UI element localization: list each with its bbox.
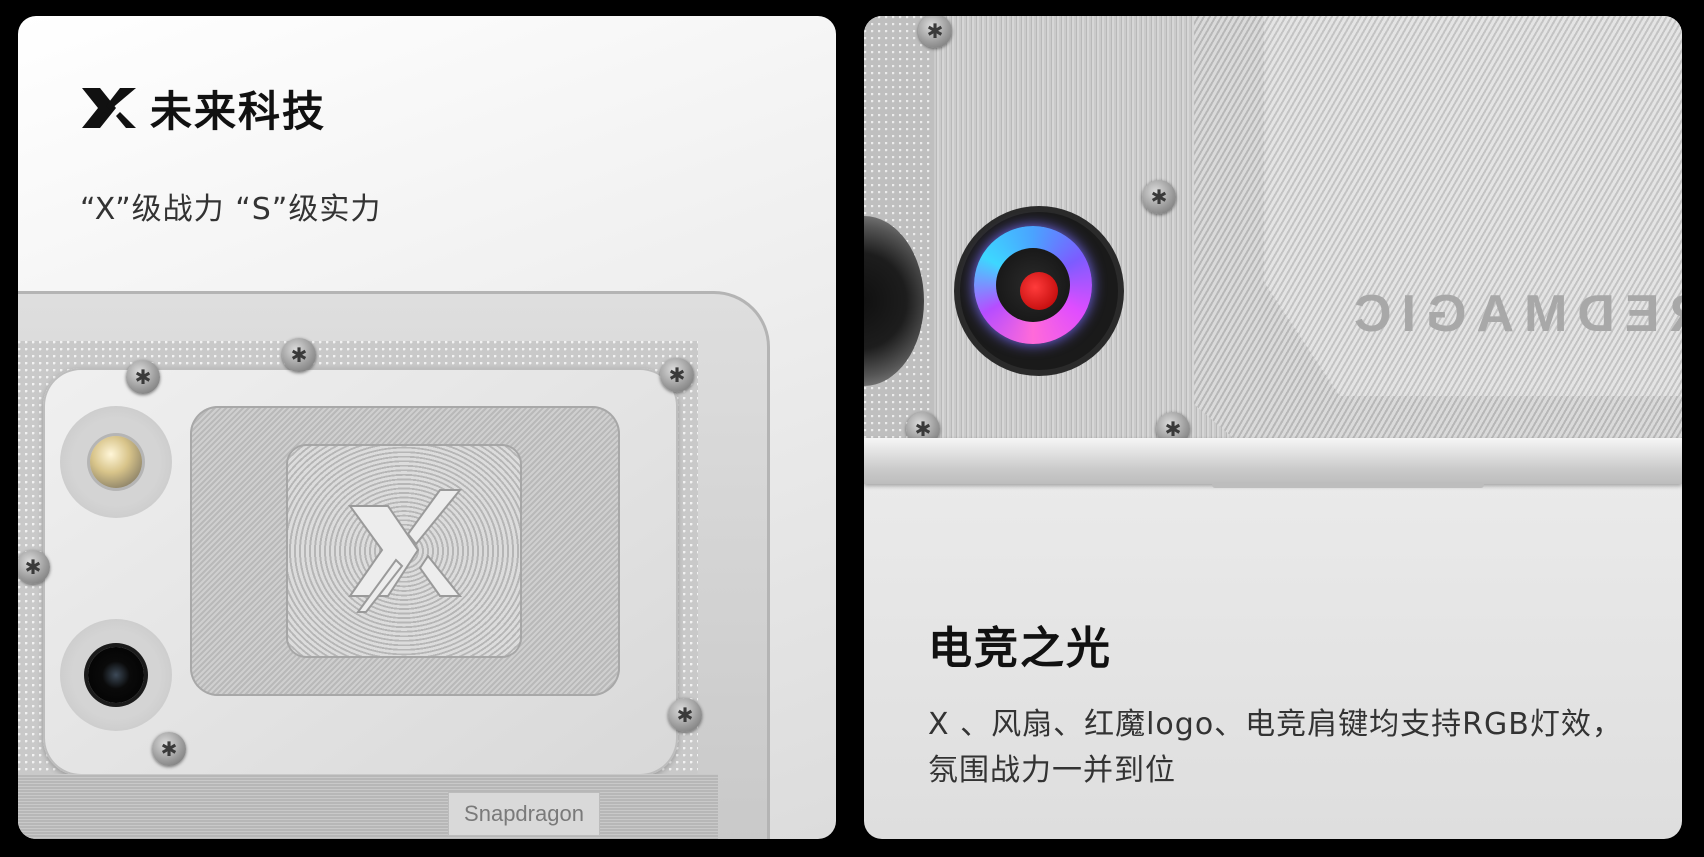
brand-row: 未来科技 xyxy=(80,78,326,138)
feature-card-future-tech: 未来科技 “X”级战力 “S”级实力 Snapdragon xyxy=(18,16,836,839)
section-title: 电竞之光 xyxy=(928,623,1112,674)
fan-center-dot xyxy=(1020,272,1058,310)
flash-icon xyxy=(90,436,142,488)
subtitle: “X”级战力 “S”级实力 xyxy=(80,192,382,227)
x-emblem-icon xyxy=(348,489,463,613)
phone-edge xyxy=(864,438,1682,484)
rgb-fan-icon xyxy=(960,212,1118,370)
camera-lens-icon xyxy=(88,647,144,703)
screw-icon xyxy=(152,732,186,766)
x-emblem-panel xyxy=(190,406,620,696)
section-description: X 、风扇、红魔logo、电竞肩键均支持RGB灯效， 氛围战力一并到位 xyxy=(928,702,1648,794)
camera-module xyxy=(60,619,172,731)
screw-icon xyxy=(18,550,50,584)
screw-icon xyxy=(126,360,160,394)
redmagic-logo-mirrored: REDMAGIC xyxy=(1344,285,1682,343)
screw-icon xyxy=(918,16,952,48)
screw-icon xyxy=(668,698,702,732)
screw-icon xyxy=(282,338,316,372)
screw-icon xyxy=(660,358,694,392)
flash-module xyxy=(60,406,172,518)
feature-card-esports-light: REDMAGIC 电竞之光 X 、风扇、红魔logo、电竞肩键均支持RGB灯效，… xyxy=(864,16,1682,839)
x-logo-icon xyxy=(82,88,136,128)
description-line: 氛围战力一并到位 xyxy=(928,753,1176,788)
shoulder-key xyxy=(1212,482,1484,488)
x-emblem-inner xyxy=(286,444,522,658)
page-title: 未来科技 xyxy=(150,86,327,136)
screw-icon xyxy=(1142,180,1176,214)
brushed-metal-strip xyxy=(18,774,718,839)
snapdragon-badge: Snapdragon xyxy=(448,792,600,836)
description-line: X 、风扇、红魔logo、电竞肩键均支持RGB灯效， xyxy=(928,707,1623,742)
